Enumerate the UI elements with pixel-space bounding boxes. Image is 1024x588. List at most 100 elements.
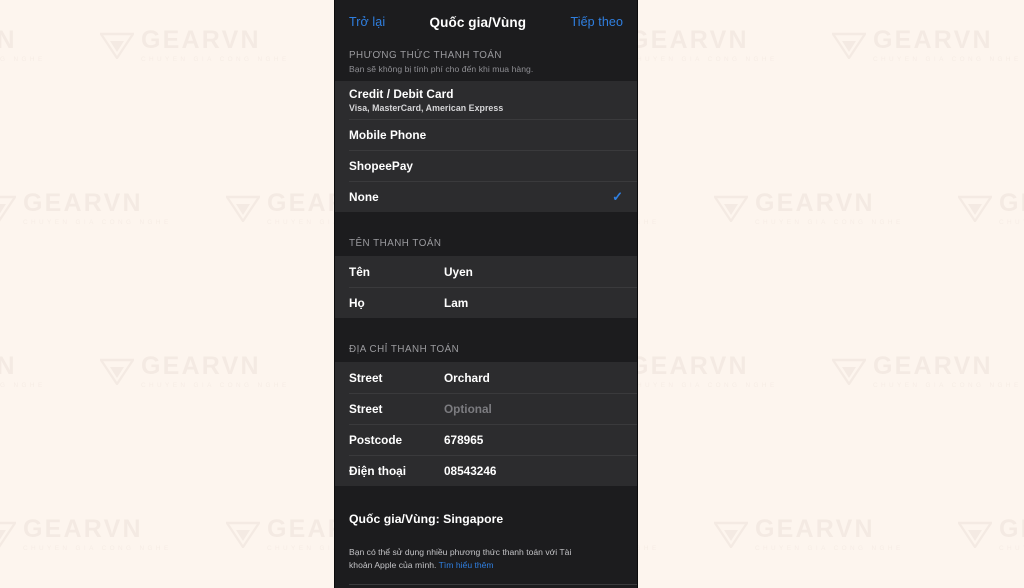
gearvn-triangle-icon bbox=[832, 33, 866, 60]
gearvn-triangle-icon bbox=[100, 33, 134, 60]
gearvn-watermark-name: GEARVN bbox=[999, 515, 1024, 543]
field-label: Postcode bbox=[349, 432, 403, 447]
billing-address-field-list: Street Orchard Street Optional Postcode 67896… bbox=[335, 362, 637, 486]
gearvn-watermark-tagline: CHUYEN GIA CONG NGHE bbox=[755, 545, 904, 552]
gearvn-watermark-text: GEARVN CHUYEN GIA CONG NGHE bbox=[629, 28, 778, 63]
country-region-line[interactable]: Quốc gia/Vùng: Singapore bbox=[349, 512, 623, 526]
gearvn-triangle-icon bbox=[958, 522, 992, 549]
form-field-row[interactable]: Street Orchard bbox=[335, 362, 637, 393]
field-value[interactable]: 678965 bbox=[444, 433, 483, 447]
gearvn-watermark-name: GEARVN bbox=[23, 189, 143, 217]
footer-note: Bạn có thể sử dụng nhiều phương thức tha… bbox=[349, 546, 597, 573]
gearvn-triangle-icon bbox=[226, 196, 260, 223]
field-label: Tên bbox=[349, 264, 370, 279]
gearvn-watermark-text: GEARVN CHUYEN GIA CONG NGHE bbox=[23, 191, 172, 226]
gearvn-watermark-name: GEARVN bbox=[629, 26, 749, 54]
gearvn-watermark: GEARVN CHUYEN GIA CONG NGHE bbox=[0, 28, 46, 63]
gearvn-watermark-name: GEARVN bbox=[141, 26, 261, 54]
gearvn-watermark-name: GEARVN bbox=[755, 189, 875, 217]
field-label: Điện thoại bbox=[349, 463, 407, 478]
gearvn-watermark-text: GEARVN CHUYEN GIA CONG NGHE bbox=[873, 28, 1022, 63]
payment-section-subtitle: Bạn sẽ không bị tính phí cho đến khi mua… bbox=[349, 64, 534, 74]
billing-name-section-header: TÊN THANH TOÁN bbox=[335, 232, 637, 256]
billing-name-field-list: Tên Uyen Họ Lam bbox=[335, 256, 637, 318]
gearvn-watermark-name: GEARVN bbox=[141, 352, 261, 380]
gearvn-watermark: GEARVN CHUYEN GIA CONG NGHE bbox=[100, 28, 290, 63]
checkmark-icon: ✓ bbox=[612, 189, 623, 204]
gearvn-triangle-icon bbox=[832, 359, 866, 386]
payment-option-row[interactable]: Credit / Debit Card Visa, MasterCard, Ame… bbox=[335, 81, 637, 119]
gearvn-watermark-name: GEARVN bbox=[873, 26, 993, 54]
gearvn-watermark: GEARVN CHUYEN GIA CONG NGHE bbox=[958, 517, 1024, 552]
gearvn-watermark-name: GEARVN bbox=[0, 352, 17, 380]
gearvn-watermark: GEARVN CHUYEN GIA CONG NGHE bbox=[832, 28, 1022, 63]
form-field-row[interactable]: Họ Lam bbox=[335, 287, 637, 318]
gearvn-triangle-icon bbox=[100, 359, 134, 386]
gearvn-triangle-icon bbox=[0, 196, 16, 222]
field-placeholder[interactable]: Optional bbox=[444, 402, 492, 416]
gearvn-triangle-icon bbox=[958, 196, 992, 223]
gearvn-watermark: GEARVN CHUYEN GIA CONG NGHE bbox=[0, 517, 172, 552]
gearvn-triangle-icon bbox=[714, 196, 748, 223]
gearvn-watermark-tagline: CHUYEN GIA CONG NGHE bbox=[141, 382, 290, 389]
gearvn-watermark-tagline: CHUYEN GIA CONG NGHE bbox=[629, 382, 778, 389]
gearvn-watermark-tagline: CHUYEN GIA CONG NGHE bbox=[141, 56, 290, 63]
form-field-row[interactable]: Street Optional bbox=[335, 393, 637, 424]
section-spacer bbox=[335, 212, 637, 232]
bottom-divider bbox=[349, 584, 637, 585]
section-spacer bbox=[335, 318, 637, 338]
gearvn-watermark-tagline: CHUYEN GIA CONG NGHE bbox=[999, 219, 1024, 226]
gearvn-watermark: GEARVN CHUYEN GIA CONG NGHE bbox=[714, 191, 904, 226]
field-label: Street bbox=[349, 401, 383, 416]
gearvn-watermark-text: GEARVN CHUYEN GIA CONG NGHE bbox=[629, 354, 778, 389]
gearvn-watermark: GEARVN CHUYEN GIA CONG NGHE bbox=[832, 354, 1022, 389]
learn-more-link[interactable]: Tìm hiểu thêm bbox=[439, 560, 494, 570]
billing-address-section-title: ĐỊA CHỈ THANH TOÁN bbox=[349, 344, 460, 355]
gearvn-watermark-text: GEARVN CHUYEN GIA CONG NGHE bbox=[999, 517, 1024, 552]
gearvn-watermark-tagline: CHUYEN GIA CONG NGHE bbox=[873, 56, 1022, 63]
payment-method-list: Credit / Debit Card Visa, MasterCard, Ame… bbox=[335, 81, 637, 212]
gearvn-watermark-text: GEARVN CHUYEN GIA CONG NGHE bbox=[0, 28, 46, 63]
field-value[interactable]: Uyen bbox=[444, 265, 473, 279]
gearvn-watermark: GEARVN CHUYEN GIA CONG NGHE bbox=[0, 191, 172, 226]
form-field-row[interactable]: Postcode 678965 bbox=[335, 424, 637, 455]
gearvn-watermark-tagline: CHUYEN GIA CONG NGHE bbox=[0, 56, 46, 63]
gearvn-watermark: GEARVN CHUYEN GIA CONG NGHE bbox=[714, 517, 904, 552]
back-button[interactable]: Trở lại bbox=[349, 15, 385, 29]
field-label: Họ bbox=[349, 295, 365, 310]
gearvn-watermark: GEARVN CHUYEN GIA CONG NGHE bbox=[0, 354, 46, 389]
gearvn-triangle-icon bbox=[714, 522, 748, 549]
gearvn-triangle-icon bbox=[226, 522, 260, 549]
field-value[interactable]: 08543246 bbox=[444, 464, 497, 478]
gearvn-watermark-name: GEARVN bbox=[0, 26, 17, 54]
gearvn-watermark-name: GEARVN bbox=[629, 352, 749, 380]
gearvn-watermark-tagline: CHUYEN GIA CONG NGHE bbox=[755, 219, 904, 226]
gearvn-watermark-tagline: CHUYEN GIA CONG NGHE bbox=[23, 219, 172, 226]
gearvn-watermark-text: GEARVN CHUYEN GIA CONG NGHE bbox=[141, 28, 290, 63]
field-value[interactable]: Orchard bbox=[444, 371, 490, 385]
gearvn-watermark-name: GEARVN bbox=[23, 515, 143, 543]
billing-address-section-header: ĐỊA CHỈ THANH TOÁN bbox=[335, 338, 637, 362]
payment-option-row[interactable]: ShopeePay bbox=[335, 150, 637, 181]
navigation-bar: Trở lại Quốc gia/Vùng Tiếp theo bbox=[335, 0, 637, 44]
page-title: Quốc gia/Vùng bbox=[429, 14, 527, 30]
field-value[interactable]: Lam bbox=[444, 296, 468, 310]
next-button[interactable]: Tiếp theo bbox=[570, 15, 623, 29]
payment-option-row[interactable]: None ✓ bbox=[335, 181, 637, 212]
gearvn-watermark-tagline: CHUYEN GIA CONG NGHE bbox=[23, 545, 172, 552]
gearvn-watermark-text: GEARVN CHUYEN GIA CONG NGHE bbox=[999, 191, 1024, 226]
form-field-row[interactable]: Tên Uyen bbox=[335, 256, 637, 287]
payment-option-text: None bbox=[349, 190, 379, 204]
phone-screenshot: Trở lại Quốc gia/Vùng Tiếp theo PHƯƠNG T… bbox=[334, 0, 638, 588]
payment-option-label: Mobile Phone bbox=[349, 127, 427, 142]
form-field-row[interactable]: Điện thoại 08543246 bbox=[335, 455, 637, 486]
gearvn-triangle-icon bbox=[0, 522, 16, 548]
field-label: Street bbox=[349, 370, 383, 385]
payment-option-text: ShopeePay bbox=[349, 159, 413, 173]
gearvn-watermark-text: GEARVN CHUYEN GIA CONG NGHE bbox=[755, 517, 904, 552]
payment-option-row[interactable]: Mobile Phone bbox=[335, 119, 637, 150]
gearvn-watermark-text: GEARVN CHUYEN GIA CONG NGHE bbox=[23, 517, 172, 552]
payment-section-title: PHƯƠNG THỨC THANH TOÁN bbox=[349, 50, 502, 61]
gearvn-watermark-name: GEARVN bbox=[999, 189, 1024, 217]
gearvn-watermark-name: GEARVN bbox=[755, 515, 875, 543]
